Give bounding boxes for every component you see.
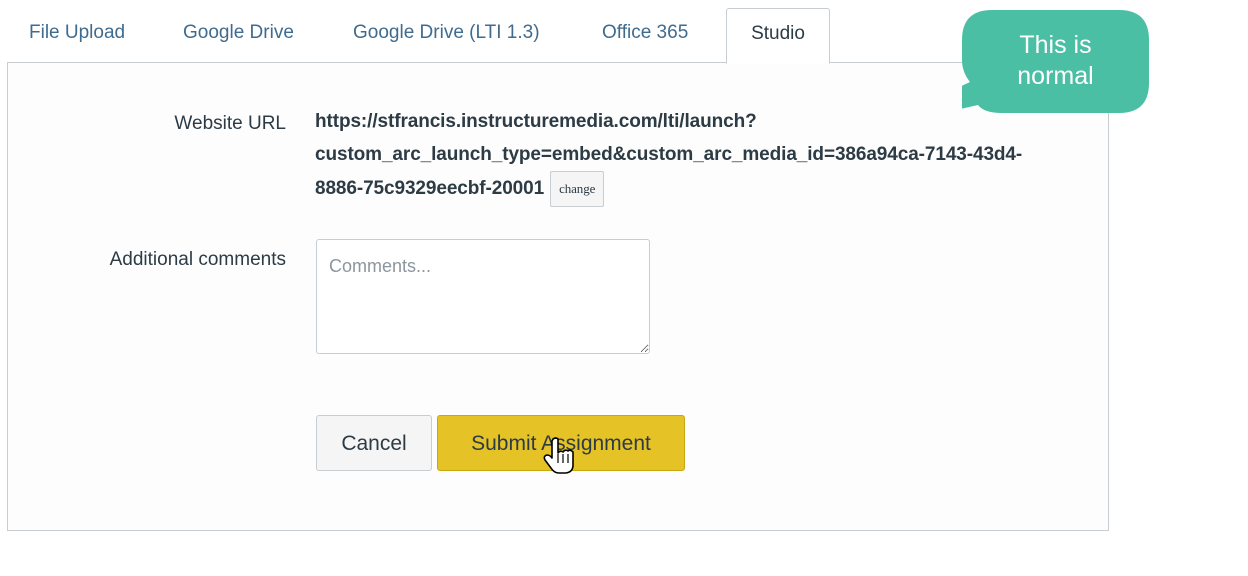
annotation-callout: This is normal	[962, 10, 1149, 113]
submission-page: File Upload Google Drive Google Drive (L…	[0, 0, 1248, 576]
callout-text: This is normal	[962, 30, 1149, 92]
tab-office-365[interactable]: Office 365	[602, 8, 688, 62]
tab-google-drive-lti[interactable]: Google Drive (LTI 1.3)	[353, 8, 540, 62]
website-url-value: https://stfrancis.instructuremedia.com/l…	[315, 105, 1075, 207]
url-line-2: custom_arc_launch_type=embed&custom_arc_…	[315, 144, 1023, 165]
comments-textarea[interactable]	[316, 239, 650, 354]
submission-type-tabs: File Upload Google Drive Google Drive (L…	[8, 8, 1110, 64]
tab-file-upload[interactable]: File Upload	[29, 8, 125, 62]
url-line-3: 8886-75c9329eecbf-20001 change	[315, 171, 1075, 207]
url-line-3-text: 8886-75c9329eecbf-20001	[315, 178, 545, 200]
callout-line-1: This is	[1019, 31, 1092, 59]
additional-comments-label: Additional comments	[109, 249, 286, 270]
cancel-button[interactable]: Cancel	[316, 415, 432, 471]
change-url-button[interactable]: change	[550, 171, 605, 207]
tab-studio[interactable]: Studio	[726, 8, 830, 64]
hand-pointer-icon	[543, 437, 574, 474]
url-line-1: https://stfrancis.instructuremedia.com/l…	[315, 111, 757, 132]
website-url-label: Website URL	[174, 113, 286, 134]
tab-google-drive[interactable]: Google Drive	[183, 8, 294, 62]
callout-line-2: normal	[1017, 62, 1094, 90]
